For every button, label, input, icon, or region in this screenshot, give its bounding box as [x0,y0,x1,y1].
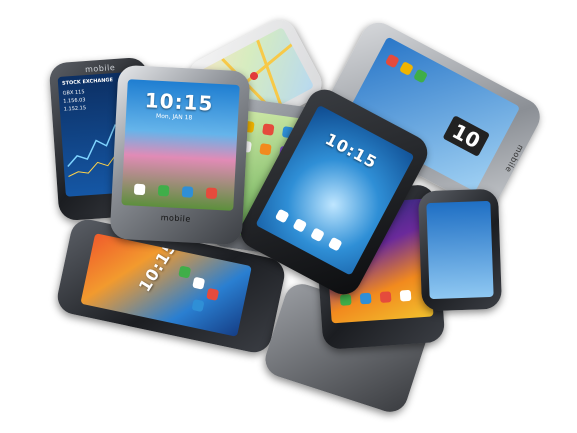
app-icon [310,227,325,243]
date-text: Mon, JAN 18 [155,112,193,122]
brand-label: mobile [160,213,192,224]
app-icon [157,184,170,197]
app-icon [181,186,194,198]
app-icon [274,208,290,224]
app-icon [292,217,308,233]
phone-center-front: 10:15 Mon, JAN 18 mobile [109,64,251,246]
phones-pile-scene: mobile STOCK EXCHANGE GBX 115 1.156.03 1… [0,0,577,433]
flip-clock-digits: 10 [442,115,491,157]
bottom-left-screen: 10:15 [80,233,252,337]
app-icon [399,289,412,302]
clock-text: 10:15 [134,237,181,296]
app-icon [178,265,192,279]
app-icon [399,61,414,76]
app-icon [205,187,218,199]
app-icon [191,299,205,313]
center-screen: 10:15 Mon, JAN 18 [121,79,240,211]
app-icon [206,287,220,301]
clock-text: 10:15 [322,129,381,173]
app-icon [384,53,400,69]
app-icon [339,294,352,306]
right-edge-screen [426,200,494,300]
clock-text: 10:15 [144,88,215,116]
brand-label: mobile [503,143,526,175]
app-icon [192,276,206,290]
app-icon [262,123,275,136]
app-icon [359,292,372,305]
phone-right-edge [417,188,503,312]
app-icon [413,68,429,84]
app-icon [327,236,343,252]
app-icon [133,183,146,196]
app-icon [379,291,392,303]
app-icon [259,143,272,156]
